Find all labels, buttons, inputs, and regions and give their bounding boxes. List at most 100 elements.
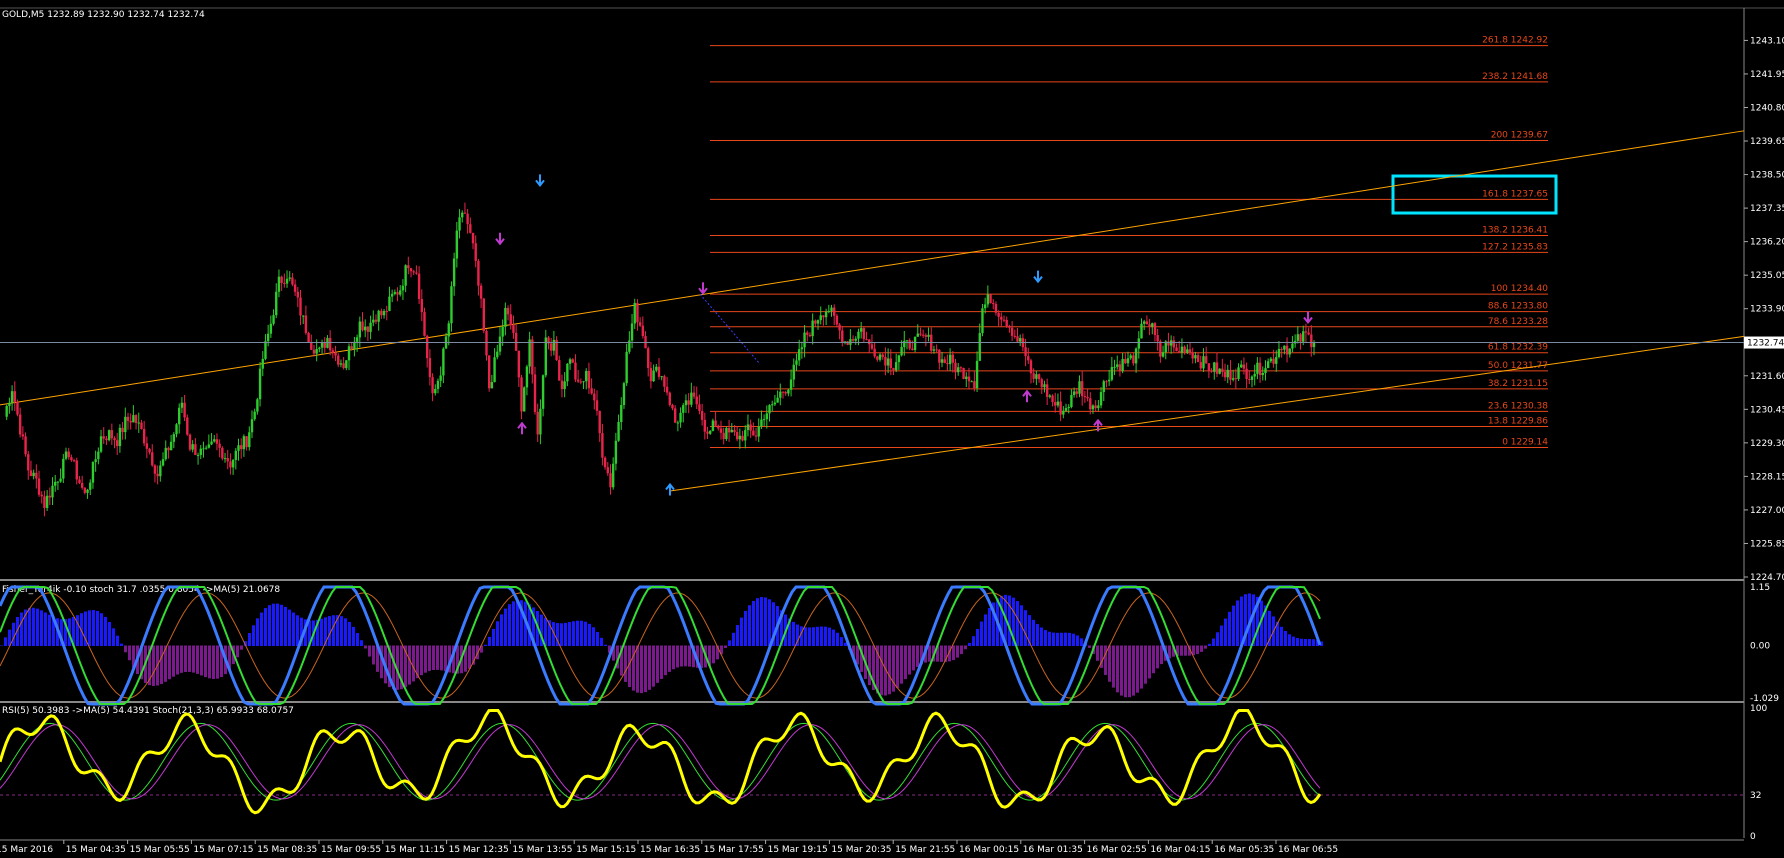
candle-body	[183, 402, 186, 418]
candle-body	[916, 333, 919, 337]
candle-body	[374, 319, 378, 322]
candle-body	[140, 422, 143, 429]
candle-body	[132, 415, 135, 423]
candle-body	[1043, 384, 1046, 388]
time-tick-label: 16 Mar 01:35	[1023, 845, 1083, 855]
candle-body	[1132, 355, 1135, 364]
candle-body	[1048, 395, 1052, 397]
candle-body	[512, 325, 515, 333]
candle-body	[921, 334, 925, 336]
fisher-bar	[368, 645, 371, 657]
fisher-bar	[584, 621, 587, 646]
candle-body	[978, 333, 981, 361]
candle-body	[598, 410, 601, 434]
candle-body	[1010, 327, 1014, 336]
fisher-bar	[576, 620, 579, 646]
fisher-bar	[276, 603, 279, 646]
candle-body	[1116, 364, 1119, 367]
candle-body	[606, 467, 609, 474]
candle-body	[1064, 408, 1068, 411]
candle-body	[1250, 376, 1254, 380]
price-tick-label: 1238.50	[1750, 171, 1784, 181]
candle-body	[878, 354, 882, 360]
candle-body	[485, 331, 488, 356]
candle-body	[221, 447, 224, 459]
candle-body	[399, 290, 402, 295]
fisher-bar	[412, 645, 415, 682]
candle-body	[647, 348, 650, 369]
candle-body	[992, 303, 995, 305]
candle-body	[528, 339, 531, 367]
candle-body	[552, 339, 556, 351]
candle-body	[948, 354, 952, 365]
fisher-bar	[360, 640, 363, 646]
fisher-bar	[1280, 626, 1283, 646]
candle-body	[967, 376, 971, 382]
fisher-bar	[172, 645, 175, 677]
candle-body	[1199, 362, 1202, 369]
candle-body	[186, 417, 189, 435]
candle-body	[620, 405, 623, 422]
price-tick-label: 1239.65	[1750, 137, 1784, 147]
fisher-bar	[212, 645, 215, 679]
candle-body	[13, 391, 16, 402]
candle-body	[331, 350, 335, 353]
candle-body	[450, 286, 453, 324]
candle-body	[1178, 351, 1181, 353]
candle-body	[504, 307, 507, 327]
fisher-bar	[1064, 632, 1067, 646]
fisher-bar	[940, 645, 943, 662]
fisher-bar	[900, 645, 903, 684]
candle-body	[37, 478, 41, 495]
candle-body	[760, 419, 763, 427]
candle-body	[56, 481, 60, 483]
candle-body	[690, 392, 693, 405]
price-tick-label: 1224.70	[1750, 573, 1784, 583]
candle-body	[1304, 331, 1308, 333]
fisher-bar	[180, 645, 183, 673]
candle-body	[487, 355, 491, 389]
candle-body	[523, 387, 526, 412]
candle-body	[525, 366, 529, 388]
candle-body	[1258, 362, 1262, 376]
fisher-bar	[640, 645, 643, 694]
fisher-bar	[572, 621, 575, 646]
candle-body	[746, 424, 750, 431]
candle-body	[436, 380, 440, 389]
candle-body	[1045, 384, 1049, 397]
chart-canvas[interactable]: 261.8 1242.92 238.2 1241.68 200 1239.67 161…	[0, 0, 1784, 858]
fisher-bar	[1216, 632, 1219, 646]
fisher-bar	[676, 645, 679, 668]
candle-body	[64, 451, 68, 459]
candle-body	[51, 485, 54, 498]
candle-body	[1207, 363, 1211, 371]
candle-body	[129, 420, 132, 423]
fib-label: 0 1229.14	[1502, 438, 1548, 448]
candle-body	[986, 294, 990, 305]
fisher-bar	[648, 645, 651, 690]
candle-body	[652, 370, 655, 382]
candle-body	[194, 444, 197, 456]
time-tick-label: 15 Mar 13:55	[512, 845, 572, 855]
candle-body	[735, 432, 739, 440]
fisher-bar	[768, 599, 771, 646]
candle-body	[350, 346, 353, 349]
candle-body	[469, 224, 472, 233]
candle-body	[285, 278, 289, 284]
fisher-bar	[292, 612, 295, 646]
fisher-bar	[756, 598, 759, 646]
candle-body	[126, 416, 130, 421]
candle-body	[784, 392, 787, 394]
candle-body	[776, 397, 779, 403]
fisher-bar	[1232, 605, 1235, 646]
candle-body	[927, 334, 930, 337]
candle-body	[8, 402, 11, 407]
fisher-bar	[592, 627, 595, 646]
price-tick-label: 1235.05	[1750, 271, 1784, 281]
price-tick-label: 1233.90	[1750, 305, 1784, 315]
candle-body	[242, 436, 246, 450]
candle-body	[1186, 349, 1189, 353]
fisher-bar	[1060, 632, 1063, 646]
candle-body	[1242, 364, 1246, 369]
time-tick-label: 16 Mar 04:15	[1150, 845, 1210, 855]
